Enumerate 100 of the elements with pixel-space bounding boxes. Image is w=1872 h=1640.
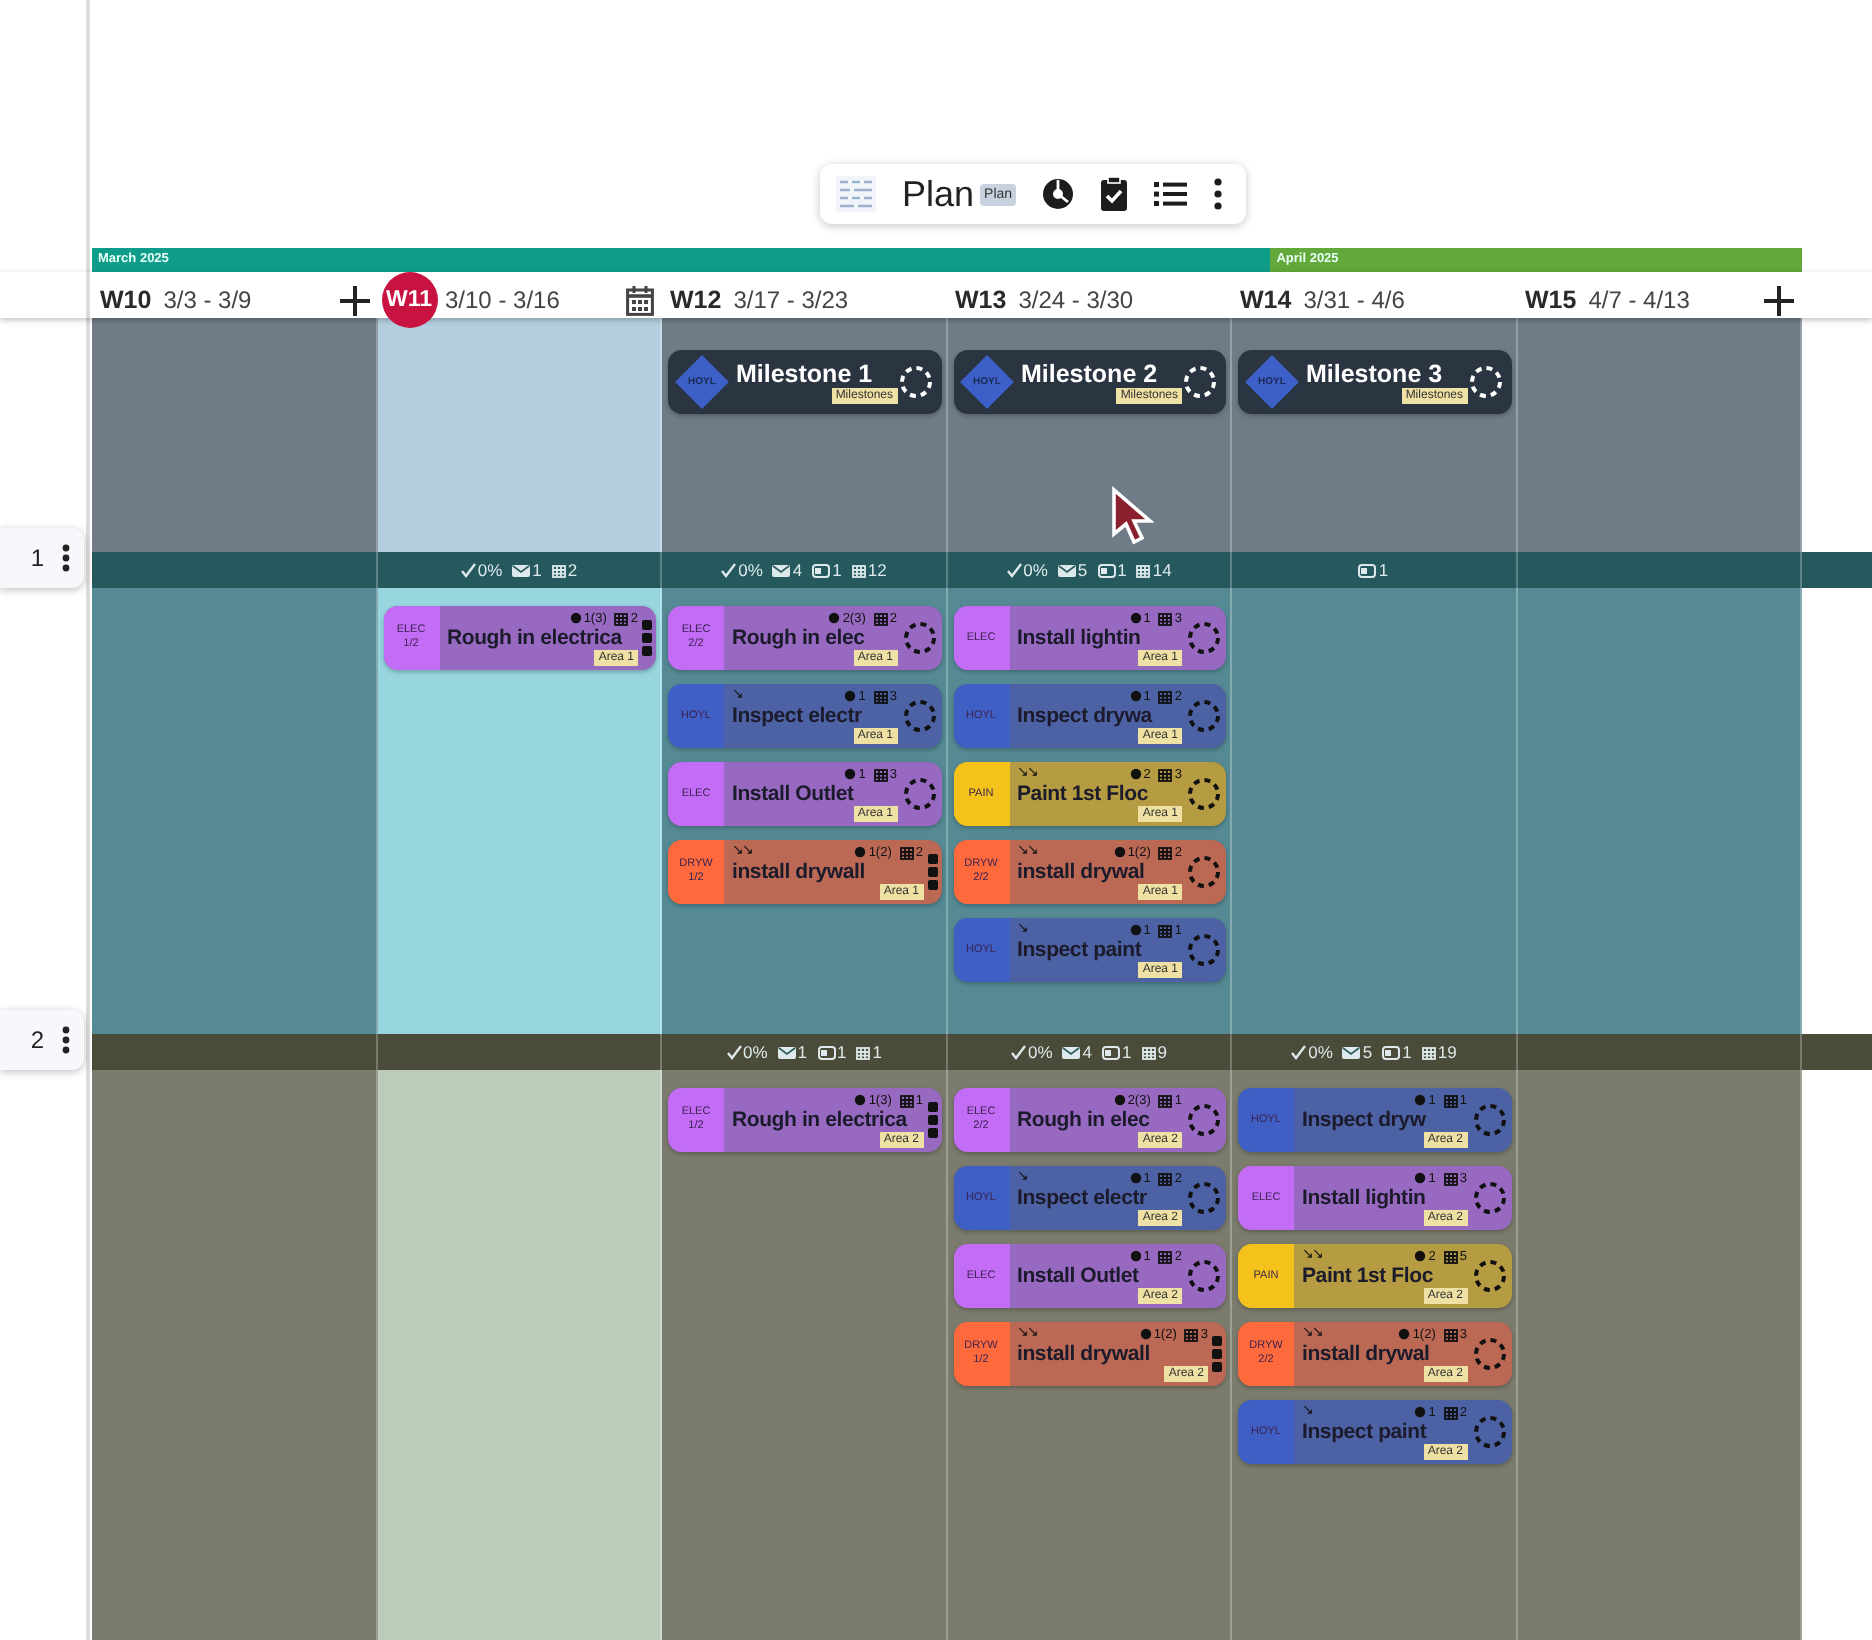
check-icon <box>720 562 737 578</box>
task-title: Rough in electrica <box>447 626 625 650</box>
task-title: install drywall <box>732 860 867 884</box>
dot-icon <box>1129 690 1142 702</box>
summary-count: 0% <box>1023 560 1048 580</box>
grid-icon <box>1443 1405 1458 1419</box>
dot-icon <box>1129 924 1142 936</box>
grid-icon <box>873 767 888 781</box>
more-options-icon[interactable] <box>1214 178 1223 210</box>
plan-title: Plan <box>902 173 975 215</box>
pie-chart-icon[interactable] <box>1042 178 1075 210</box>
grid-icon <box>899 1093 914 1107</box>
summary-count: 1 <box>797 1042 808 1062</box>
grid-icon <box>1158 689 1173 703</box>
drag-handle[interactable] <box>642 620 652 656</box>
task-title: install drywall <box>1017 1342 1152 1366</box>
task-title: Rough in elec <box>1017 1108 1152 1132</box>
dot-icon <box>854 846 867 858</box>
week-dates: 3/3 - 3/9 <box>163 286 252 314</box>
summary-count: 0% <box>477 560 503 580</box>
dot-icon <box>844 690 857 702</box>
summary-count: 2 <box>567 560 578 580</box>
week-dates: 3/10 - 3/16 <box>445 286 560 314</box>
summary-count: 19 <box>1437 1042 1457 1062</box>
summary-count: 5 <box>1077 560 1088 580</box>
dot-icon <box>1414 1406 1427 1418</box>
card-icon <box>817 1045 836 1059</box>
calendar-icon[interactable] <box>626 285 654 315</box>
task-title: Install lightin <box>1302 1186 1428 1210</box>
grid-icon <box>1158 1171 1173 1185</box>
clipboard-check-icon[interactable] <box>1100 176 1129 212</box>
summary-count: 1 <box>1402 1042 1412 1062</box>
dot-icon <box>1414 1172 1427 1184</box>
grid-icon <box>851 563 866 577</box>
more-options-icon[interactable] <box>62 544 70 572</box>
check-icon <box>725 1044 741 1060</box>
summary-count: 1 <box>1117 560 1127 580</box>
task-title: Inspect electr <box>1017 1186 1149 1210</box>
week-label: W10 <box>100 286 152 314</box>
add-icon[interactable] <box>339 285 369 315</box>
summary-count: 12 <box>867 560 887 580</box>
dot-icon <box>1129 1250 1142 1262</box>
summary-count: 9 <box>1157 1042 1167 1062</box>
grid-icon <box>614 611 629 625</box>
milestone-title: Milestone 3 <box>1306 360 1445 388</box>
dot-icon <box>1129 1172 1142 1184</box>
task-title: Inspect paint <box>1017 938 1143 962</box>
card-icon <box>812 563 831 577</box>
lane-number: 2 <box>30 1026 44 1054</box>
check-icon <box>1010 1044 1026 1060</box>
summary-count: 14 <box>1152 560 1172 580</box>
card-icon <box>1102 1045 1121 1059</box>
week-dates: 3/17 - 3/23 <box>733 286 849 314</box>
grid-icon <box>1158 1093 1173 1107</box>
more-options-icon[interactable] <box>62 1026 70 1054</box>
task-title: Install Outlet <box>732 782 856 806</box>
lane-number: 1 <box>30 544 44 572</box>
task-title: install drywal <box>1017 860 1147 884</box>
cursor-icon <box>1110 486 1154 546</box>
summary-count: 4 <box>792 560 803 580</box>
add-icon[interactable] <box>1764 285 1794 315</box>
task-title: Inspect drywa <box>1017 704 1155 728</box>
summary-count: 0% <box>743 1042 768 1062</box>
grid-icon <box>873 689 888 703</box>
grid-icon <box>551 563 566 577</box>
summary-count: 1 <box>532 560 542 580</box>
milestone-title: Milestone 1 <box>736 360 875 388</box>
drag-handle[interactable] <box>927 1102 937 1138</box>
dot-icon <box>844 768 857 780</box>
dot-icon <box>1113 1094 1126 1106</box>
week-dates: 3/24 - 3/30 <box>1018 286 1134 314</box>
task-title: Install Outlet <box>1017 1264 1141 1288</box>
dot-icon <box>1139 1328 1152 1340</box>
current-week-badge: W11 <box>381 272 437 328</box>
check-icon <box>1290 1044 1307 1060</box>
grid-icon <box>873 611 888 625</box>
dot-icon <box>1129 768 1142 780</box>
dot-icon <box>1398 1328 1411 1340</box>
grid-icon <box>856 1045 871 1059</box>
week-label: W14 <box>1240 286 1292 314</box>
summary-count: 0% <box>1308 1042 1333 1062</box>
check-icon <box>459 562 476 578</box>
drag-handle[interactable] <box>927 854 937 890</box>
task-title: Inspect electr <box>732 704 864 728</box>
dot-icon <box>854 1094 867 1106</box>
grid-icon <box>1158 923 1173 937</box>
list-icon[interactable] <box>1154 180 1189 208</box>
task-title: Inspect paint <box>1302 1420 1428 1444</box>
drag-handle[interactable] <box>1212 1336 1222 1372</box>
week-label: W12 <box>670 286 722 314</box>
week-label: W15 <box>1525 286 1577 314</box>
task-title: Rough in elec <box>732 626 867 650</box>
grid-icon <box>1158 611 1173 625</box>
document-thumbnail-icon[interactable] <box>836 176 876 212</box>
grid-icon <box>1443 1327 1458 1341</box>
summary-count: 1 <box>837 1042 847 1062</box>
grid-icon <box>1158 767 1173 781</box>
grid-icon <box>1158 845 1173 859</box>
grid-icon <box>1141 1045 1156 1059</box>
card-icon <box>1382 1045 1401 1059</box>
